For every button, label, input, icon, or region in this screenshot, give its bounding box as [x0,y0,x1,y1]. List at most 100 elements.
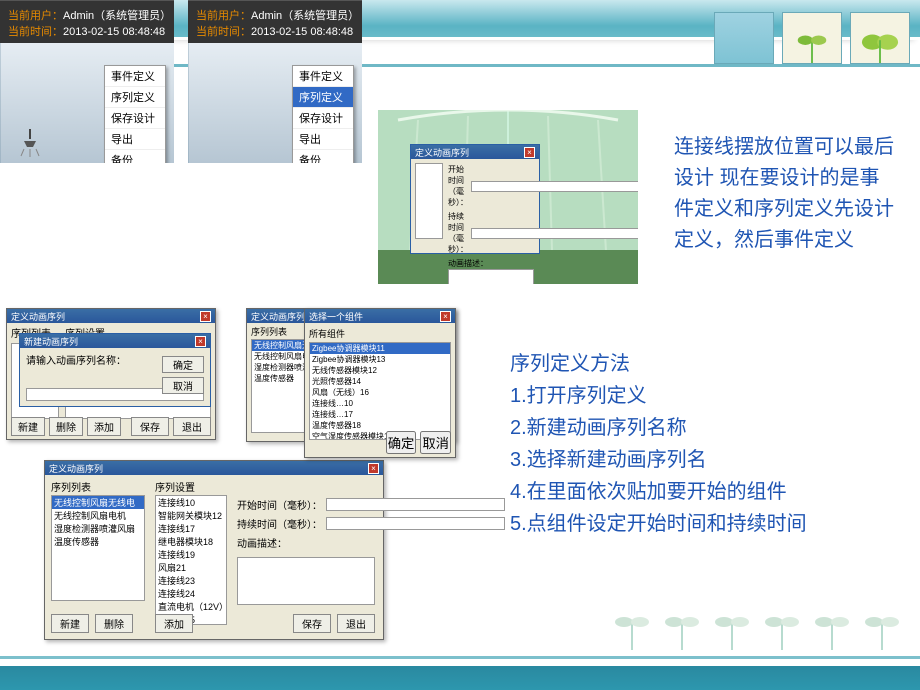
menu-item[interactable]: 导出 [293,129,353,150]
col-right-label: 序列设置 [155,479,195,494]
list-item[interactable]: 温度传感器 [252,373,312,384]
menu-item-selected[interactable]: 序列定义 [293,87,353,108]
greenhouse-photo: 定义动画序列 × 开始时间（毫秒）： 持续时间（毫秒）： 动画描述： [378,110,638,284]
dialog-title-text: 定义动画序列 [415,146,469,159]
list-item[interactable]: 智能网关模块12 [156,509,226,522]
top-icon-blank [714,12,774,64]
exit-button[interactable]: 退出 [337,614,375,633]
app-canvas: 事件定义 序列定义 保存设计 导出 备份 关于 [0,43,174,163]
footer-sprouts [614,604,900,650]
duration-input[interactable] [471,228,638,239]
step-item: 2.新建动画序列名称 [510,412,890,444]
close-icon[interactable]: × [195,336,206,347]
app-screenshot-1: 当前用户：Admin（系统管理员） 当前时间：2013-02-15 08:48:… [0,0,174,163]
list-item[interactable]: 温度传感器 [52,535,144,548]
col-left-label: 序列列表 [251,325,287,338]
sprout-icon [814,604,850,650]
menu-item[interactable]: 导出 [105,129,165,150]
steps-title: 序列定义方法 [510,348,890,380]
list-item[interactable]: 连接线17 [156,522,226,535]
sprinkler-icon [20,129,40,157]
list-item[interactable]: 连接线23 [156,574,226,587]
component-list[interactable]: 连接线10 智能网关模块12 连接线17 继电器模块18 连接线19 风扇21 … [155,495,227,625]
sequence-list[interactable]: 无线控制风扇无线电 无线控制风扇电机 湿度检测器喷灌风扇 温度传感器 [51,495,145,601]
duration-input[interactable] [326,517,505,530]
list-item[interactable]: 无线控制风扇电机 [52,509,144,522]
all-components-label: 所有组件 [309,327,451,340]
dialog-title: 定义动画序列 × [411,145,539,159]
list-item[interactable]: 光照传感器14 [310,376,450,387]
close-icon[interactable]: × [524,147,535,158]
dialog-sequence-big: 定义动画序列 × 序列列表 序列设置 无线控制风扇无线电 无线控制风扇电机 湿度… [44,460,384,640]
time-label: 当前时间： [196,26,251,38]
close-icon[interactable]: × [440,311,451,322]
menu-item[interactable]: 备份 [105,150,165,163]
add-button[interactable]: 添加 [155,614,193,633]
desc-textarea[interactable] [448,269,534,284]
list-item[interactable]: 无线控制风扇电机 [252,351,312,362]
dialog-title-text: 定义动画序列 [49,462,103,475]
cancel-button[interactable]: 取消 [162,377,204,394]
delete-button[interactable]: 删除 [49,417,83,436]
context-menu[interactable]: 事件定义 序列定义 保存设计 导出 备份 关于 [104,65,166,163]
user-value: Admin（系统管理员） [251,10,359,22]
close-icon[interactable]: × [368,463,379,474]
list-item[interactable]: 温度传感器18 [310,420,450,431]
list-item[interactable]: 连接线…17 [310,409,450,420]
save-button[interactable]: 保存 [131,417,169,436]
sprout-icon [614,604,650,650]
list-item[interactable]: Zigbee协调器模块11 [310,343,450,354]
sprout-icon [764,604,800,650]
main-description: 连接线摆放位置可以最后设计 现在要设计的是事件定义和序列定义先设计定义，然后事件… [674,132,894,256]
list-item[interactable]: 继电器模块18 [156,535,226,548]
user-value: Admin（系统管理员） [63,10,171,22]
save-button[interactable]: 保存 [293,614,331,633]
ok-button[interactable]: 确定 [386,431,417,454]
app-canvas: 事件定义 序列定义 保存设计 导出 备份 关于 [188,43,362,163]
start-time-input[interactable] [326,498,505,511]
list-item[interactable]: 无线传感器模块12 [310,365,450,376]
menu-item[interactable]: 备份 [293,150,353,163]
desc-textarea[interactable] [237,557,375,605]
new-button[interactable]: 新建 [11,417,45,436]
add-button[interactable]: 添加 [87,417,121,436]
dialog-title-text: 选择一个组件 [309,310,363,323]
list-item[interactable]: 连接线…10 [310,398,450,409]
list-item[interactable]: 连接线10 [156,496,226,509]
list-item[interactable]: 直流电机（12V）8 [156,600,226,613]
top-icon-sprout-1 [782,12,842,64]
exit-button[interactable]: 退出 [173,417,211,436]
ok-button[interactable]: 确定 [162,356,204,373]
list-item[interactable]: 无线控制风扇无线电 [252,340,312,351]
sequence-list[interactable] [415,163,443,239]
list-item[interactable]: 湿度检测器喷灌风扇 [52,522,144,535]
close-icon[interactable]: × [200,311,211,322]
steps-block: 序列定义方法 1.打开序列定义 2.新建动画序列名称 3.选择新建动画序列名 4… [510,348,890,540]
duration-label: 持续时间（毫秒）： [448,211,468,255]
list-item[interactable]: 连接线19 [156,548,226,561]
delete-button[interactable]: 删除 [95,614,133,633]
list-item[interactable]: Zigbee协调器模块13 [310,354,450,365]
dialog-title: 选择一个组件 × [305,309,455,323]
list-item[interactable]: 连接线24 [156,587,226,600]
new-sequence-prompt: 新建动画序列× 请输入动画序列名称： 确定 取消 [19,333,211,407]
context-menu[interactable]: 事件定义 序列定义 保存设计 导出 备份 关于 [292,65,354,163]
list-item[interactable]: 湿度检测器喷灌风扇 [252,362,312,373]
new-button[interactable]: 新建 [51,614,89,633]
cancel-button[interactable]: 取消 [420,431,451,454]
start-time-input[interactable] [471,181,638,192]
list-item[interactable]: 风扇21 [156,561,226,574]
step-item: 1.打开序列定义 [510,380,890,412]
menu-item[interactable]: 事件定义 [293,66,353,87]
menu-item[interactable]: 事件定义 [105,66,165,87]
sprout-icon [664,604,700,650]
desc-label: 动画描述： [448,259,488,268]
desc-label: 动画描述： [237,535,287,550]
list-item[interactable]: 风扇（无线）16 [310,387,450,398]
menu-item[interactable]: 保存设计 [293,108,353,129]
menu-item[interactable]: 序列定义 [105,87,165,108]
menu-item[interactable]: 保存设计 [105,108,165,129]
dialog-title-text: 定义动画序列 [251,310,305,323]
list-item[interactable]: 无线控制风扇无线电 [52,496,144,509]
component-list[interactable]: Zigbee协调器模块11 Zigbee协调器模块13 无线传感器模块12 光照… [309,342,451,440]
